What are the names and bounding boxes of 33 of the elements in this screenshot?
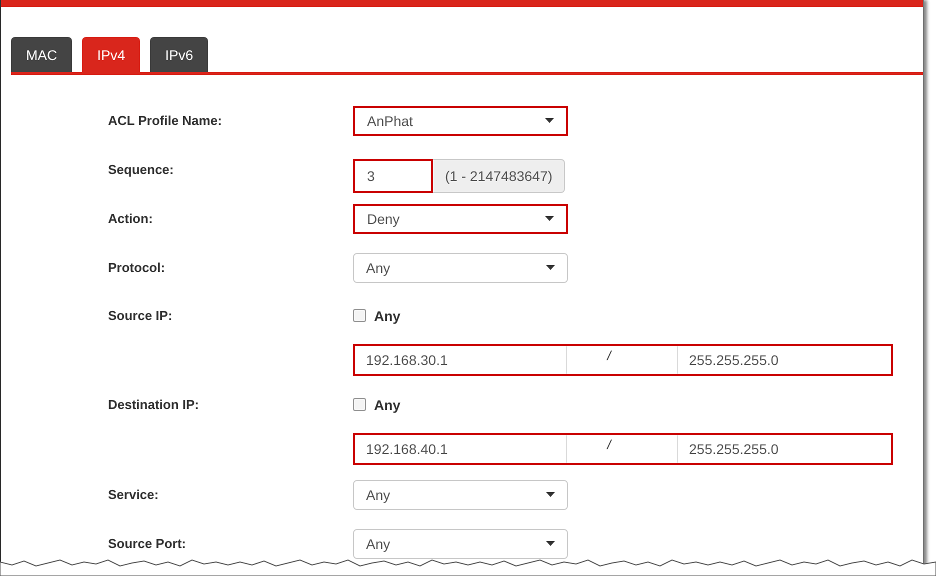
dropdown[interactable]: Deny	[353, 204, 568, 234]
tab[interactable]: IPv4	[82, 37, 140, 72]
caret-icon	[546, 492, 555, 497]
ip-address-field[interactable]: 192.168.40.1	[355, 435, 567, 463]
field-label: Destination IP:	[108, 397, 200, 412]
dropdown[interactable]: AnPhat	[353, 106, 568, 136]
caret-icon	[546, 265, 555, 270]
dropdown[interactable]: Any	[353, 480, 568, 510]
field-label: Action:	[108, 211, 154, 226]
tab[interactable]: MAC	[11, 37, 72, 72]
dropdown[interactable]: Any	[353, 528, 568, 558]
slash-text: /	[567, 346, 678, 374]
field-label: Source IP:	[108, 308, 174, 323]
checkbox[interactable]	[353, 309, 366, 322]
input-field[interactable]: 3	[353, 159, 433, 193]
caret-icon	[546, 541, 555, 546]
field-label: Service:	[108, 487, 160, 502]
dropdown[interactable]: Any	[353, 252, 568, 282]
field-label: Protocol:	[108, 260, 166, 275]
slash-text: /	[567, 435, 678, 463]
checkbox[interactable]	[353, 398, 366, 411]
subnet-mask-field[interactable]: 255.255.255.0	[678, 346, 890, 374]
caret-icon	[545, 118, 554, 123]
field-label: Source Port:	[108, 536, 188, 551]
field-label: Sequence:	[108, 162, 175, 177]
checkbox-label: Any	[374, 396, 400, 412]
tab[interactable]: IPv6	[150, 37, 208, 72]
checkbox-label: Any	[374, 308, 400, 324]
caret-icon	[545, 216, 554, 221]
range-hint: (1 - 2147483647)	[433, 159, 566, 193]
ip-address-field[interactable]: 192.168.30.1	[355, 346, 567, 374]
subnet-mask-field[interactable]: 255.255.255.0	[678, 435, 890, 463]
field-label: ACL Profile Name:	[108, 113, 223, 128]
